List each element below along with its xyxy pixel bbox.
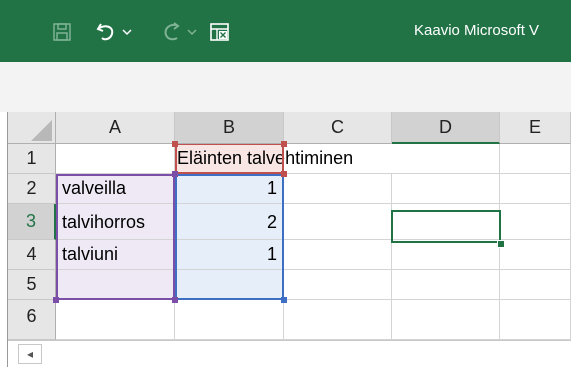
range-handle[interactable] xyxy=(281,297,287,303)
cell-c3[interactable] xyxy=(284,204,392,240)
horizontal-scrollbar[interactable]: ◂ xyxy=(8,340,571,367)
range-handle[interactable] xyxy=(172,171,178,177)
cell-a1[interactable] xyxy=(56,144,175,174)
range-handle[interactable] xyxy=(53,297,59,303)
column-header-a[interactable]: A xyxy=(56,112,175,144)
cell-e1[interactable] xyxy=(500,144,571,174)
cell-e6[interactable] xyxy=(500,300,571,340)
series-name-range-outline xyxy=(175,144,284,174)
row-header-4[interactable]: 4 xyxy=(8,240,56,270)
save-icon[interactable] xyxy=(50,18,74,46)
cell-d4[interactable] xyxy=(392,240,500,270)
cell-e4[interactable] xyxy=(500,240,571,270)
values-range-outline xyxy=(175,174,284,300)
cell-c6[interactable] xyxy=(284,300,392,340)
cell-e3[interactable] xyxy=(500,204,571,240)
range-handle[interactable] xyxy=(172,297,178,303)
column-header-c[interactable]: C xyxy=(284,112,392,144)
cell-d1[interactable] xyxy=(392,144,500,174)
cell-e5[interactable] xyxy=(500,270,571,300)
form-icon[interactable] xyxy=(208,18,232,46)
cell-c1[interactable] xyxy=(284,144,392,174)
title-bar: Kaavio Microsoft V xyxy=(0,0,571,62)
row-header-2[interactable]: 2 xyxy=(8,174,56,204)
column-header-e[interactable]: E xyxy=(500,112,571,144)
cell-d5[interactable] xyxy=(392,270,500,300)
category-range-outline xyxy=(56,174,175,300)
cell-d6[interactable] xyxy=(392,300,500,340)
row-header-6[interactable]: 6 xyxy=(8,300,56,340)
cell-d2[interactable] xyxy=(392,174,500,204)
redo-dropdown-icon[interactable] xyxy=(186,18,198,46)
undo-icon[interactable] xyxy=(92,18,120,46)
ribbon xyxy=(0,62,571,113)
cell-b6[interactable] xyxy=(175,300,284,340)
redo-icon[interactable] xyxy=(160,18,184,46)
range-handle[interactable] xyxy=(281,171,287,177)
active-cell-outline[interactable] xyxy=(391,210,501,243)
cell-a6[interactable] xyxy=(56,300,175,340)
cell-c4[interactable] xyxy=(284,240,392,270)
range-handle[interactable] xyxy=(172,141,178,147)
scroll-left-button[interactable]: ◂ xyxy=(18,344,42,364)
cell-c5[interactable] xyxy=(284,270,392,300)
row-header-5[interactable]: 5 xyxy=(8,270,56,300)
undo-dropdown-icon[interactable] xyxy=(120,18,134,46)
range-handle[interactable] xyxy=(281,141,287,147)
select-all-corner[interactable] xyxy=(8,112,56,144)
fill-handle[interactable] xyxy=(497,240,505,248)
cell-e2[interactable] xyxy=(500,174,571,204)
row-header-3[interactable]: 3 xyxy=(8,204,56,240)
column-header-d[interactable]: D xyxy=(392,112,500,144)
worksheet-grid[interactable]: A B C D E 1 2 3 4 5 6 Eläinten talvehtim… xyxy=(0,112,571,340)
app-title: Kaavio Microsoft V xyxy=(414,22,540,39)
row-header-1[interactable]: 1 xyxy=(8,144,56,174)
column-header-b[interactable]: B xyxy=(175,112,284,144)
cell-c2[interactable] xyxy=(284,174,392,204)
